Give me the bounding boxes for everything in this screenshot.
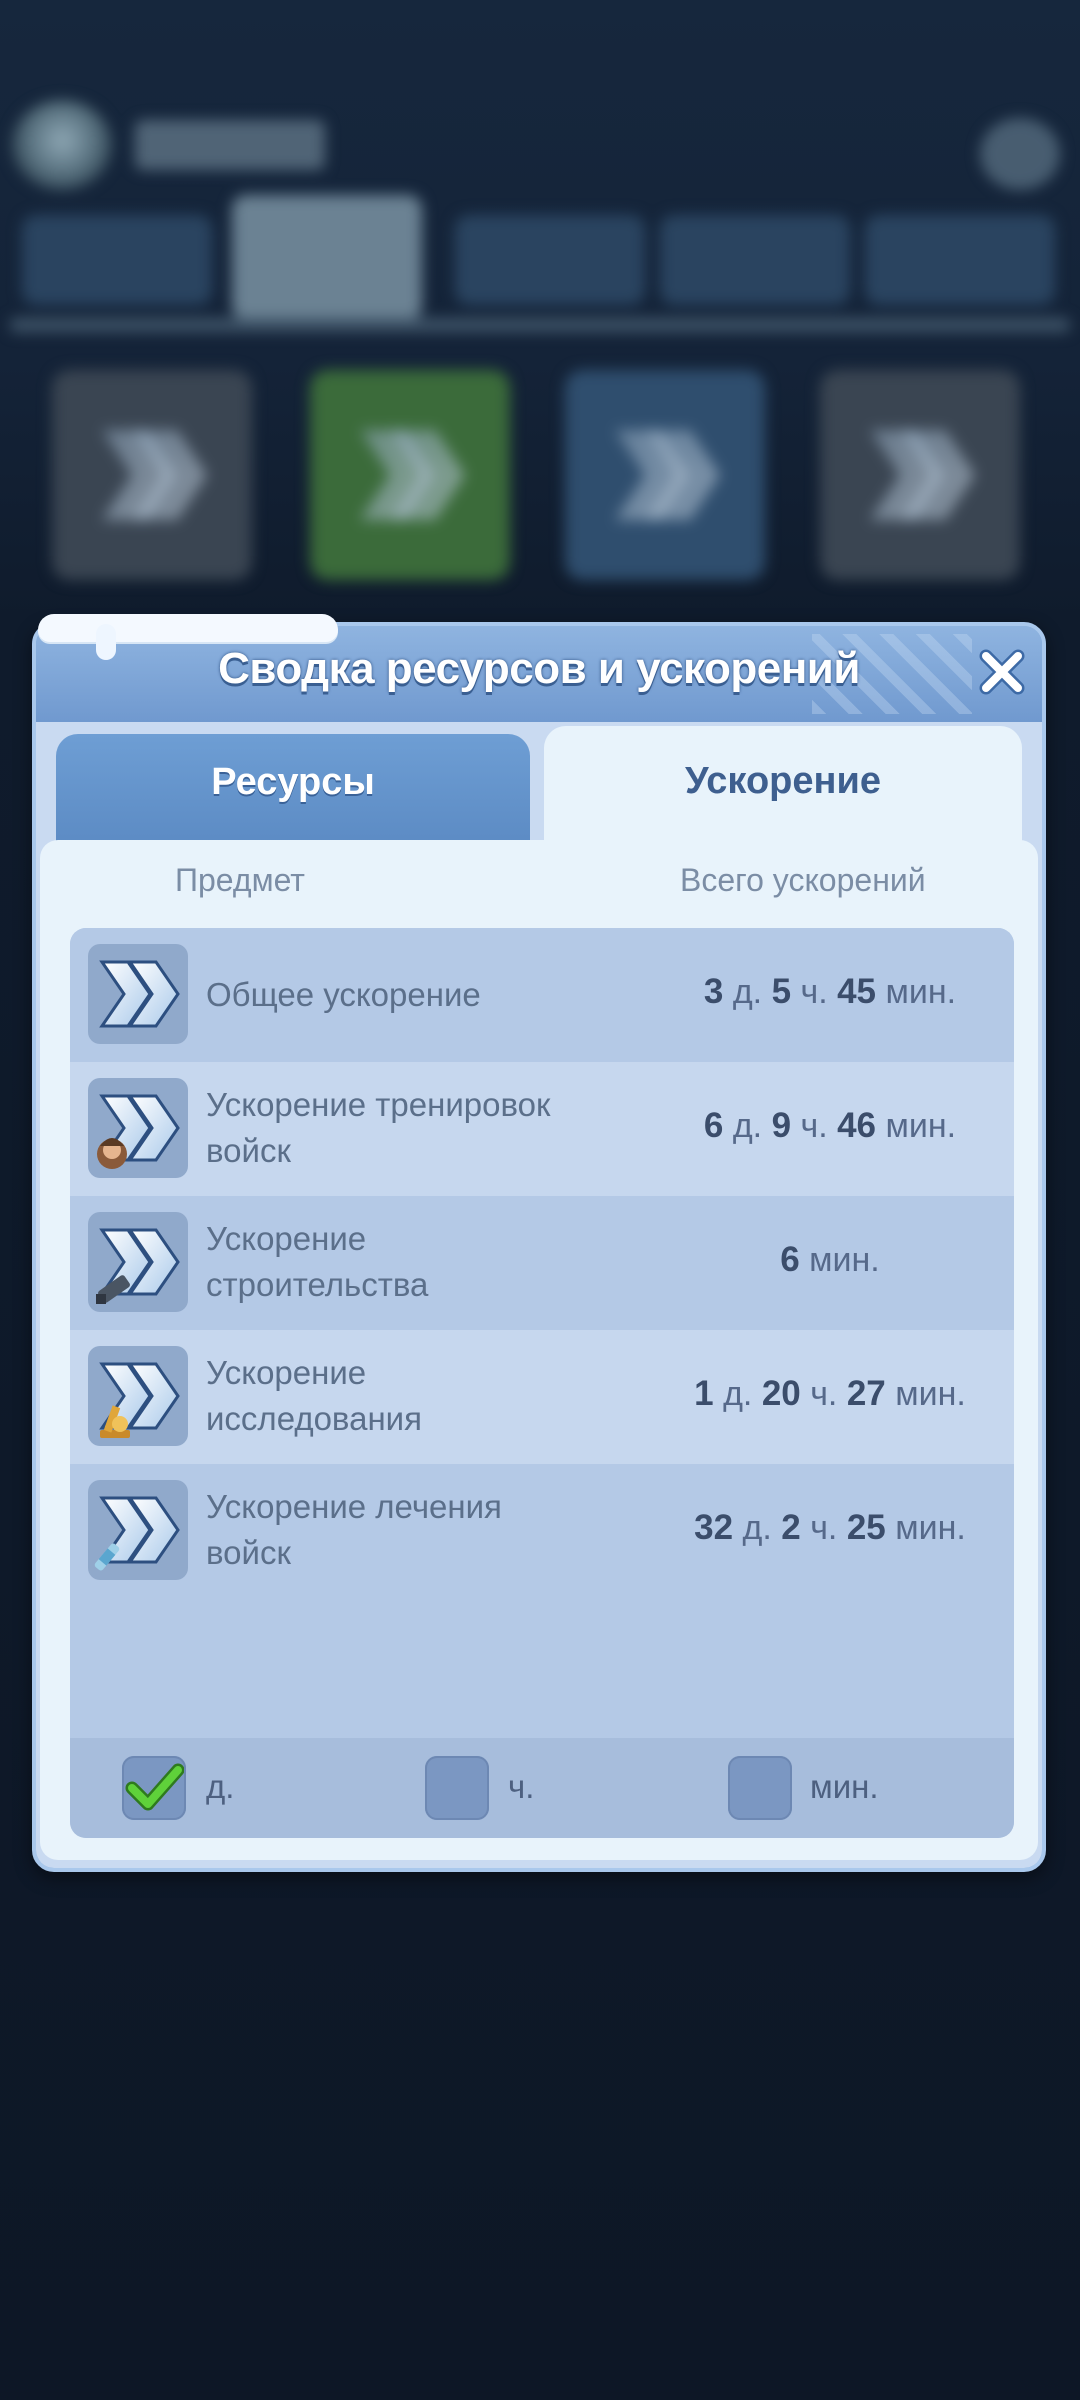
unit-filter-bar: д. ч. мин. (70, 1738, 1014, 1838)
time-number: 20 (761, 1374, 801, 1413)
time-unit: мин. (799, 1241, 880, 1279)
time-unit: ч. (800, 1509, 847, 1547)
blurred-tab (232, 195, 422, 320)
time-number: 32 (694, 1508, 734, 1547)
item-name: Общее ускорение (206, 976, 481, 1013)
item-name: Ускорение строительства (206, 1220, 429, 1303)
blurred-tab (865, 215, 1055, 305)
list-item: Ускорение лечения войск 32 д. 2 ч. 25 ми… (70, 1464, 1014, 1598)
time-unit: мин. (876, 973, 957, 1011)
list-item: Ускорение исследования 1 д. 20 ч. 27 мин… (70, 1330, 1014, 1464)
item-total: 6 д. 9 ч. 46 мин. (630, 1106, 1014, 1146)
blurred-tab (455, 215, 645, 305)
time-unit: ч. (791, 1107, 838, 1145)
close-icon (979, 649, 1025, 695)
checkmark-icon (125, 1763, 184, 1811)
time-number: 46 (837, 1106, 877, 1145)
research-speedup-icon (88, 1346, 188, 1446)
tab-resources[interactable]: Ресурсы (56, 734, 530, 844)
dialog-title: Сводка ресурсов и ускорений (218, 644, 860, 693)
speedups-panel: Предмет Всего ускорений Общее ускорение … (40, 840, 1038, 1860)
filter-hours-checkbox[interactable] (425, 1756, 489, 1820)
time-number: 2 (781, 1508, 801, 1547)
blurred-item-card (310, 370, 510, 580)
tab-speedups[interactable]: Ускорение (544, 726, 1022, 844)
dialog-body: Ресурсы Ускорение Предмет Всего ускорени… (36, 722, 1042, 1868)
item-name: Ускорение тренировок войск (206, 1086, 551, 1169)
filter-minutes-checkbox[interactable] (728, 1756, 792, 1820)
time-unit: д. (733, 1509, 782, 1547)
time-unit: мин. (885, 1375, 966, 1413)
item-total: 3 д. 5 ч. 45 мин. (630, 972, 1014, 1012)
building-speedup-icon (88, 1212, 188, 1312)
time-number: 9 (771, 1106, 792, 1145)
blurred-tab (660, 215, 850, 305)
filter-hours-label: ч. (508, 1768, 535, 1805)
blurred-game-ui (0, 0, 1080, 640)
snow-drip (96, 624, 116, 660)
speedups-list: Общее ускорение 3 д. 5 ч. 45 мин. Ускоре… (70, 928, 1014, 1838)
column-header-total: Всего ускорений (680, 862, 926, 898)
blurred-button (980, 118, 1060, 190)
blurred-avatar (12, 100, 112, 190)
speedup-icon (88, 944, 188, 1044)
blurred-tab (22, 215, 212, 305)
item-name: Ускорение лечения войск (206, 1488, 502, 1571)
time-number: 27 (846, 1374, 886, 1413)
blurred-divider (10, 318, 1070, 332)
time-number: 5 (771, 972, 792, 1011)
time-number: 45 (837, 972, 877, 1011)
filter-days-label: д. (206, 1768, 235, 1805)
filter-days-checkbox[interactable] (122, 1756, 186, 1820)
time-unit: мин. (876, 1107, 957, 1145)
summary-dialog: Сводка ресурсов и ускорений Ресурсы Уско… (32, 614, 1046, 1872)
time-unit: д. (723, 973, 772, 1011)
close-button[interactable] (976, 646, 1028, 698)
time-unit: д. (713, 1375, 762, 1413)
time-unit: ч. (800, 1375, 847, 1413)
training-speedup-icon (88, 1078, 188, 1178)
snow-decoration (38, 614, 338, 642)
blurred-title (135, 120, 325, 170)
time-number: 25 (846, 1508, 886, 1547)
time-number: 6 (780, 1240, 800, 1279)
item-total: 1 д. 20 ч. 27 мин. (630, 1374, 1014, 1414)
blurred-item-card (565, 370, 765, 580)
blurred-item-card (820, 370, 1020, 580)
list-item: Ускорение строительства 6 мин. (70, 1196, 1014, 1330)
column-header-item: Предмет (175, 862, 305, 898)
list-item: Ускорение тренировок войск 6 д. 9 ч. 46 … (70, 1062, 1014, 1196)
time-unit: мин. (885, 1509, 966, 1547)
time-number: 6 (703, 1106, 724, 1145)
time-number: 3 (703, 972, 724, 1011)
item-total: 32 д. 2 ч. 25 мин. (630, 1508, 1014, 1548)
list-item: Общее ускорение 3 д. 5 ч. 45 мин. (70, 928, 1014, 1062)
healing-speedup-icon (88, 1480, 188, 1580)
item-name: Ускорение исследования (206, 1354, 422, 1437)
time-unit: ч. (791, 973, 838, 1011)
filter-minutes-label: мин. (810, 1768, 879, 1805)
time-unit: д. (723, 1107, 772, 1145)
time-number: 1 (694, 1374, 714, 1413)
blurred-item-card (52, 370, 252, 580)
item-total: 6 мин. (630, 1240, 1014, 1280)
